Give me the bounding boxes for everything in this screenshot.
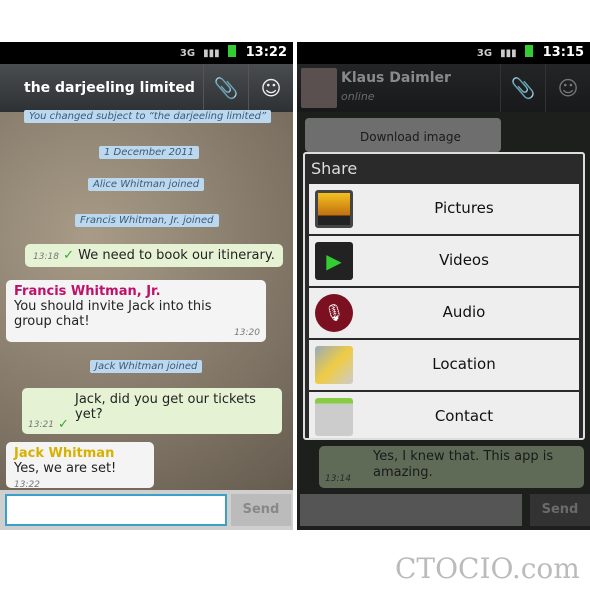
signal-icon: ▮▮▮ [203,48,220,59]
outgoing-message: Jack, did you get our tickets yet? 13:21… [22,388,282,434]
emoji-icon[interactable]: ☺ [248,64,293,112]
share-dialog: Share Pictures ▶ Videos 🎙 Audio Location C… [303,152,585,440]
chat-title[interactable]: the darjeeling limited [24,80,195,96]
dialog-title: Share [311,159,358,178]
share-item-label: Pictures [434,199,494,217]
contact-name: Klaus Daimler [341,70,451,86]
left-phone-screen: 3G ▮▮▮ 13:22 the darjeeling limited 📎 ☺ Yo… [0,42,293,530]
system-message: Jack Whitman joined [90,360,203,373]
status-time: 13:15 [542,45,584,60]
send-button[interactable]: Send [530,494,590,526]
check-icon: ✓ [58,417,69,432]
outgoing-message: Yes, I knew that. This app is amazing. 1… [319,446,584,488]
status-bar: 3G ▮▮▮ 13:22 [0,42,293,64]
incoming-message: Jack Whitman Yes, we are set! 13:22 [6,442,154,490]
send-button[interactable]: Send [231,494,291,526]
avatar[interactable] [301,68,337,108]
share-item-label: Audio [442,303,486,321]
contact-status: online [341,90,375,103]
right-phone-screen: 3G ▮▮▮ 13:15 Klaus Daimler online 📎 ☺ Down… [297,42,590,530]
system-message: You changed subject to “the darjeeling l… [24,110,272,123]
network-icon: 3G [179,48,196,59]
message-time: 13:14 [325,474,351,484]
share-item-videos[interactable]: ▶ Videos [309,236,579,286]
sender-name: Jack Whitman [14,446,115,461]
check-icon: ✓ [63,248,74,263]
image-message: Download image [305,118,501,152]
sender-name: Francis Whitman, Jr. [14,284,161,299]
share-item-label: Location [432,355,496,373]
emoji-icon[interactable]: ☺ [545,64,590,112]
date-divider: 1 December 2011 [99,146,200,159]
share-item-location[interactable]: Location [309,340,579,390]
message-text: Yes, we are set! [14,461,117,476]
signal-icon: ▮▮▮ [500,48,517,59]
watermark: CTOCIO.com [395,552,580,585]
outgoing-message: 13:18 ✓ We need to book our itinerary. [25,244,283,267]
system-message: Francis Whitman, Jr. joined [75,214,219,227]
share-item-contact[interactable]: Contact [309,392,579,438]
share-item-audio[interactable]: 🎙 Audio [309,288,579,338]
network-icon: 3G [476,48,493,59]
attach-icon[interactable]: 📎 [500,64,545,112]
message-time: 13:22 [14,480,40,490]
battery-icon [227,45,236,57]
message-input[interactable] [5,494,227,526]
message-time: 13:21 [28,420,54,430]
message-time: 13:18 [33,252,59,262]
message-text: Yes, I knew that. This app is amazing. [373,449,554,480]
message-input[interactable] [300,494,522,526]
system-message: Alice Whitman joined [88,178,205,191]
battery-icon [524,45,533,57]
compose-bar: Send [0,490,293,530]
chat-header: the darjeeling limited 📎 ☺ [0,64,293,112]
chat-header: Klaus Daimler online 📎 ☺ [297,64,590,112]
share-item-label: Contact [434,407,494,425]
message-time: 13:20 [234,328,260,338]
message-text: We need to book our itinerary. [78,248,275,263]
status-bar: 3G ▮▮▮ 13:15 [297,42,590,64]
compose-bar: Send [297,490,590,530]
status-time: 13:22 [245,45,287,60]
share-item-pictures[interactable]: Pictures [309,184,579,234]
attach-icon[interactable]: 📎 [203,64,248,112]
share-item-label: Videos [439,251,489,269]
message-text: You should invite Jack into this group c… [14,299,212,329]
incoming-message: Francis Whitman, Jr. You should invite J… [6,280,266,342]
